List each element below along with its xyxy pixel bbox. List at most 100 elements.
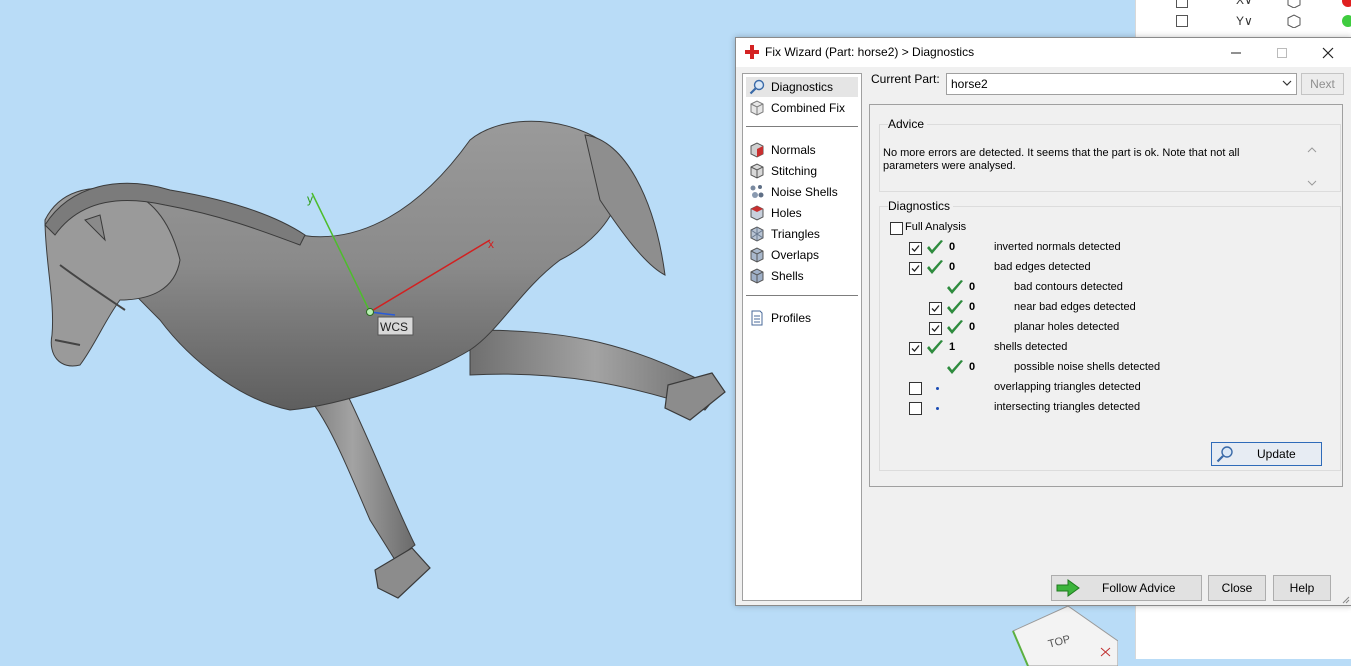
checkmark-icon [931,305,940,312]
diagnostic-label: inverted normals detected [994,241,1121,253]
advice-group-title: Advice [888,117,928,131]
dialog-titlebar[interactable]: Fix Wizard (Part: horse2) > Diagnostics [736,38,1351,67]
diagnostic-count: 0 [969,361,976,373]
diagnostic-row: 0 near bad edges detected [870,298,1340,318]
not-analysed-dot-icon [936,407,939,410]
magnifier-icon [1216,446,1233,463]
diagnostic-checkbox[interactable] [909,342,922,355]
nav-label-normals: Normals [771,143,816,157]
strip-cube-icon-2[interactable] [1286,14,1304,28]
next-button[interactable]: Next [1301,73,1344,95]
chevron-down-icon [1282,80,1292,86]
current-part-dropdown[interactable]: horse2 [946,73,1297,95]
noise-shells-icon [750,185,764,198]
view-cube[interactable]: TOP [1008,606,1118,666]
nav-item-stitching[interactable]: Stitching [746,161,858,181]
y-axis-label: y [307,192,313,206]
wizard-navigation: Diagnostics Combined Fix Normals Stitchi… [742,73,862,601]
follow-advice-label: Follow Advice [1102,581,1176,595]
diagnostic-label: possible noise shells detected [1014,361,1161,373]
fix-wizard-dialog: Fix Wizard (Part: horse2) > Diagnostics … [735,37,1351,606]
maximize-button[interactable] [1259,38,1305,67]
strip-checkbox-2[interactable] [1176,15,1188,27]
green-check-icon [927,260,943,274]
update-button[interactable]: Update [1211,442,1322,466]
diagnostic-count: 0 [949,261,956,273]
green-check-icon [947,320,963,334]
strip-checkbox-1[interactable] [1176,0,1188,8]
diagnostic-checkbox[interactable] [909,382,922,395]
minimize-button[interactable] [1213,38,1259,67]
full-analysis-label: Full Analysis [905,221,967,233]
nav-separator [746,126,858,127]
document-icon [751,310,763,326]
diagnostic-row: 0 bad contours detected [870,278,1340,298]
red-cross-icon [745,45,759,59]
green-check-icon [947,300,963,314]
diagnostic-label: intersecting triangles detected [994,401,1141,413]
checkmark-icon [911,265,920,272]
strip-status-dot-green [1342,15,1351,27]
diagnostic-label: overlapping triangles detected [994,381,1141,393]
nav-item-combined-fix[interactable]: Combined Fix [746,98,858,118]
dialog-title: Fix Wizard (Part: horse2) > Diagnostics [765,45,975,59]
diagnostic-row: overlapping triangles detected [870,378,1340,398]
diagnostic-row: 0 possible noise shells detected [870,358,1340,378]
diagnostic-checkbox[interactable] [929,302,942,315]
overlaps-cube-icon [750,247,764,263]
nav-item-holes[interactable]: Holes [746,203,858,223]
nav-label-shells: Shells [771,269,804,283]
cube-icon [750,100,764,116]
follow-advice-button[interactable]: Follow Advice [1051,575,1202,601]
diagnostic-row: intersecting triangles detected [870,398,1340,418]
strip-status-dot-red [1342,0,1351,7]
update-label: Update [1257,447,1296,461]
nav-item-profiles[interactable]: Profiles [746,308,858,328]
holes-cube-icon [750,205,764,221]
strip-axis-y[interactable]: Y∨ [1236,14,1253,28]
current-part-label: Current Part: [871,72,940,86]
strip-axis-x[interactable]: X∨ [1236,0,1253,7]
nav-item-triangles[interactable]: Triangles [746,224,858,244]
diagnostic-count: 0 [969,281,976,293]
close-window-button[interactable] [1305,38,1351,67]
diagnostic-count: 1 [949,341,956,353]
help-button[interactable]: Help [1273,575,1331,601]
nav-label-profiles: Profiles [771,311,812,325]
nav-item-shells[interactable]: Shells [746,266,858,286]
full-analysis-checkbox[interactable] [890,222,903,235]
diagnostic-checkbox[interactable] [929,322,942,335]
minimize-icon [1231,52,1241,54]
nav-item-normals[interactable]: Normals [746,140,858,160]
current-part-value: horse2 [951,77,988,91]
diagnostic-label: planar holes detected [1014,321,1120,333]
magnifier-icon [749,79,765,95]
full-analysis-row[interactable]: Full Analysis [870,218,1340,238]
wcs-label: WCS [380,320,408,334]
diagnostic-label: bad edges detected [994,261,1091,273]
nav-item-diagnostics[interactable]: Diagnostics [746,77,858,97]
nav-label-holes: Holes [771,206,802,220]
diagnostic-count: 0 [969,301,976,313]
diagnostic-checkbox[interactable] [909,242,922,255]
advice-scrollbar[interactable] [1305,144,1319,189]
normals-cube-icon [750,142,764,158]
green-check-icon [927,240,943,254]
diagnostic-row: 1 shells detected [870,338,1340,358]
diagnostic-checkbox[interactable] [909,402,922,415]
shells-cube-icon [750,268,764,284]
nav-label-triangles: Triangles [771,227,820,241]
close-button[interactable]: Close [1208,575,1266,601]
diagnostic-label: shells detected [994,341,1068,353]
arrow-right-icon [1056,579,1080,597]
x-axis-label: x [488,237,494,251]
checkmark-icon [911,245,920,252]
nav-item-overlaps[interactable]: Overlaps [746,245,858,265]
strip-cube-icon-1[interactable] [1286,0,1304,8]
nav-item-noise-shells[interactable]: Noise Shells [746,182,858,202]
diagnostic-checkbox[interactable] [909,262,922,275]
nav-separator [746,295,858,296]
resize-grip-icon[interactable] [1340,594,1350,604]
diagnostic-count: 0 [949,241,956,253]
diagnostic-row: 0 bad edges detected [870,258,1340,278]
